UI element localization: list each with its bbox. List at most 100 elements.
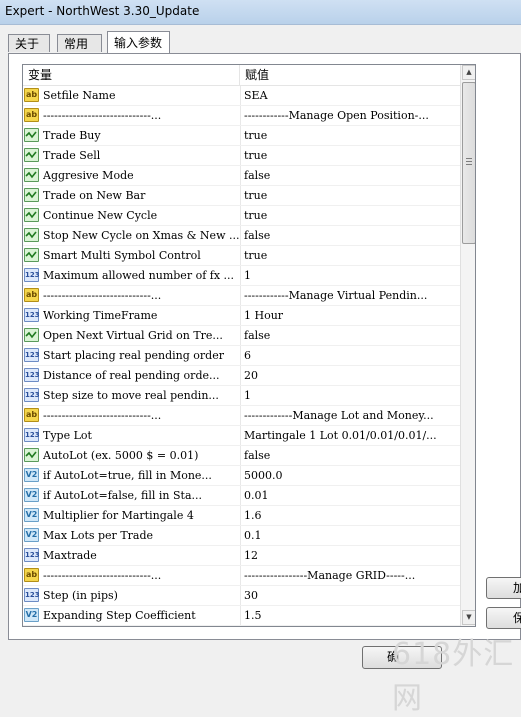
parameter-value[interactable]: ------------Manage Open Position-... [244, 106, 458, 125]
table-row[interactable]: Stop New Cycle on Xmas & New ... false [23, 226, 460, 246]
table-row[interactable]: V2 Expanding Step Coefficient 1.5 [23, 606, 460, 626]
tab-about[interactable]: 关于 [8, 34, 50, 52]
thumb-grip-line [466, 161, 472, 162]
column-divider [240, 126, 241, 145]
table-row[interactable]: 123 Maxtrade 12 [23, 546, 460, 566]
column-divider [240, 526, 241, 545]
parameter-value[interactable]: 1 [244, 266, 458, 285]
parameter-value[interactable]: 6 [244, 346, 458, 365]
parameter-value[interactable]: ------------Manage Virtual Pendin... [244, 286, 458, 305]
parameter-name: Max Lots per Trade [43, 529, 154, 542]
column-divider [240, 206, 241, 225]
table-row[interactable]: 123 Distance of real pending orde... 20 [23, 366, 460, 386]
parameter-value[interactable]: SEA [244, 86, 458, 105]
table-row[interactable]: 123 Start placing real pending order 6 [23, 346, 460, 366]
column-divider [240, 146, 241, 165]
parameter-value[interactable]: -----------------Manage GRID-----... [244, 566, 458, 585]
table-row[interactable]: V2 if AutoLot=false, fill in Sta... 0.01 [23, 486, 460, 506]
table-row[interactable]: Trade Buy true [23, 126, 460, 146]
column-divider [240, 506, 241, 525]
string-type-icon: ab [24, 88, 39, 102]
boolean-type-icon [24, 228, 39, 242]
vertical-scrollbar[interactable]: ▲ ▼ [460, 65, 475, 626]
table-row[interactable]: V2 Multiplier for Martingale 4 1.6 [23, 506, 460, 526]
parameter-name: Trade Buy [43, 129, 101, 142]
parameter-value[interactable]: 5000.0 [244, 466, 458, 485]
parameter-value[interactable]: 30 [244, 586, 458, 605]
boolean-type-icon [24, 248, 39, 262]
parameter-value[interactable]: true [244, 206, 458, 225]
table-row[interactable]: V2 Max Lots per Trade 0.1 [23, 526, 460, 546]
load-button[interactable]: 加 [486, 577, 521, 599]
parameter-value[interactable]: true [244, 186, 458, 205]
column-divider [240, 486, 241, 505]
column-divider [240, 466, 241, 485]
integer-type-icon: 123 [24, 428, 40, 442]
table-row[interactable]: 123 Maximum allowed number of fx ... 1 [23, 266, 460, 286]
parameter-value[interactable]: false [244, 226, 458, 245]
parameter-value[interactable]: false [244, 166, 458, 185]
parameter-value[interactable]: true [244, 126, 458, 145]
double-type-icon: V2 [24, 468, 39, 482]
load-button-label: 加 [513, 581, 521, 595]
scroll-thumb[interactable] [462, 82, 475, 244]
parameter-value[interactable]: 20 [244, 366, 458, 385]
scroll-up-arrow-icon[interactable]: ▲ [462, 65, 475, 80]
tab-inputs[interactable]: 输入参数 [107, 31, 170, 53]
column-header-variable[interactable]: 变量 [23, 65, 240, 85]
parameter-value[interactable]: -------------Manage Lot and Money... [244, 406, 458, 425]
string-type-icon: ab [24, 108, 39, 122]
column-divider [240, 346, 241, 365]
parameter-name: Maxtrade [43, 549, 97, 562]
parameter-value[interactable]: 1.5 [244, 606, 458, 625]
boolean-type-icon [24, 328, 39, 342]
parameter-name: Smart Multi Symbol Control [43, 249, 201, 262]
tab-common[interactable]: 常用 [57, 34, 102, 52]
boolean-type-icon [24, 188, 39, 202]
table-row[interactable]: Trade Sell true [23, 146, 460, 166]
save-button[interactable]: 保 [486, 607, 521, 629]
table-row[interactable]: ab -----------------------------... ------… [23, 406, 460, 426]
table-row[interactable]: 123 Working TimeFrame 1 Hour [23, 306, 460, 326]
integer-type-icon: 123 [24, 308, 40, 322]
table-row[interactable]: V2 if AutoLot=true, fill in Mone... 5000.0 [23, 466, 460, 486]
table-row[interactable]: Aggresive Mode false [23, 166, 460, 186]
parameter-name: Type Lot [43, 429, 92, 442]
scroll-down-arrow-icon[interactable]: ▼ [462, 610, 475, 625]
table-row[interactable]: 123 Type Lot Martingale 1 Lot 0.01/0.01/0.… [23, 426, 460, 446]
parameter-value[interactable]: true [244, 146, 458, 165]
parameter-value[interactable]: 1.6 [244, 506, 458, 525]
column-divider [240, 606, 241, 625]
parameter-value[interactable]: false [244, 326, 458, 345]
table-row[interactable]: Trade on New Bar true [23, 186, 460, 206]
parameter-value[interactable]: 0.1 [244, 526, 458, 545]
grid-rows: ab Setfile Name SEA ab ---------------------… [23, 86, 460, 626]
table-row[interactable]: Continue New Cycle true [23, 206, 460, 226]
table-row[interactable]: 123 Step size to move real pendin... 1 [23, 386, 460, 406]
parameter-value[interactable]: 1 Hour [244, 306, 458, 325]
table-row[interactable]: ab Setfile Name SEA [23, 86, 460, 106]
watermark-text: 618外汇网 [392, 637, 515, 716]
parameter-value[interactable]: false [244, 446, 458, 465]
table-row[interactable]: ab -----------------------------... ------… [23, 106, 460, 126]
table-row[interactable]: 123 Step (in pips) 30 [23, 586, 460, 606]
table-row[interactable]: Open Next Virtual Grid on Tre... false [23, 326, 460, 346]
column-header-value[interactable]: 赋值 [241, 65, 460, 85]
parameter-value[interactable]: 12 [244, 546, 458, 565]
parameter-name: Trade on New Bar [43, 189, 146, 202]
parameter-value[interactable]: 0.01 [244, 486, 458, 505]
tab-about-label: 关于 [15, 37, 40, 51]
table-row[interactable]: ab -----------------------------... ------… [23, 566, 460, 586]
table-row[interactable]: Smart Multi Symbol Control true [23, 246, 460, 266]
double-type-icon: V2 [24, 608, 39, 622]
parameter-value[interactable]: true [244, 246, 458, 265]
boolean-type-icon [24, 208, 39, 222]
parameters-grid: 变量 赋值 ab Setfile Name SEA ab ---------------… [22, 64, 476, 627]
boolean-type-icon [24, 128, 39, 142]
thumb-grip-line [466, 164, 472, 165]
parameter-value[interactable]: 1 [244, 386, 458, 405]
parameter-name: Working TimeFrame [43, 309, 158, 322]
parameter-value[interactable]: Martingale 1 Lot 0.01/0.01/0.01/... [244, 426, 458, 445]
table-row[interactable]: ab -----------------------------... ------… [23, 286, 460, 306]
table-row[interactable]: AutoLot (ex. 5000 $ = 0.01) false [23, 446, 460, 466]
